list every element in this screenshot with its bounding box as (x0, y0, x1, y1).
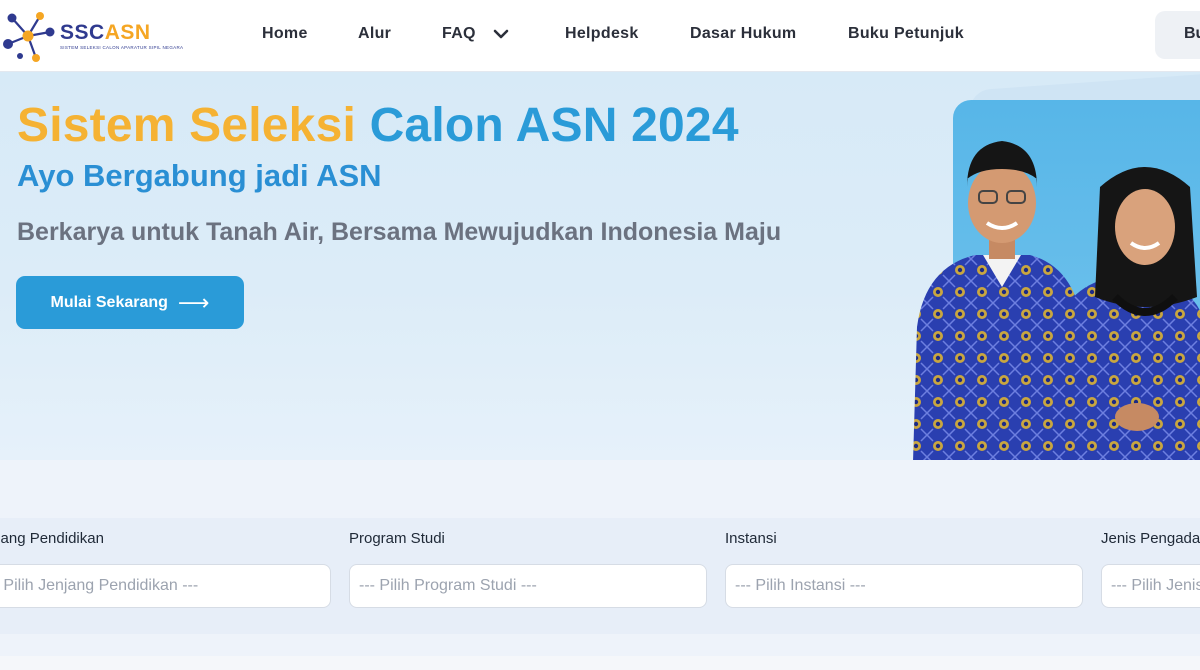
filter-label: Jenis Pengadaan (1101, 530, 1200, 547)
start-now-label: Mulai Sekarang (50, 293, 168, 311)
sscasn-logo[interactable]: SSCASN SISTEM SELEKSI CALON APARATUR SIP… (0, 6, 190, 66)
nav-faq[interactable]: FAQ (442, 25, 510, 43)
section-divider (0, 656, 1200, 670)
program-studi-select[interactable]: --- Pilih Program Studi --- (349, 564, 707, 608)
nav-faq-label: FAQ (442, 25, 476, 42)
nav-buku-petunjuk[interactable]: Buku Petunjuk (848, 25, 964, 43)
start-now-button[interactable]: Mulai Sekarang ⟶ (16, 276, 244, 329)
logo-wordmark: SSCASN (60, 21, 151, 44)
asn-people-illustration (913, 141, 1200, 460)
nav-home[interactable]: Home (262, 25, 308, 43)
arrow-right-icon: ⟶ (177, 289, 210, 315)
search-filters: Jenjang Pendidikan --- Pilih Jenjang Pen… (0, 460, 1200, 670)
nav-dasar-hukum[interactable]: Dasar Hukum (690, 25, 796, 43)
jenis-pengadaan-select[interactable]: --- Pilih Jenis Pengadaan --- (1101, 564, 1200, 608)
hero-subtitle: Ayo Bergabung jadi ASN (17, 158, 382, 193)
hero-title: Sistem Seleksi Calon ASN 2024 (17, 98, 739, 153)
filter-jenjang-pendidikan: Jenjang Pendidikan --- Pilih Jenjang Pen… (0, 530, 331, 608)
header-action-button[interactable]: Bu (1155, 11, 1200, 59)
filter-label: Jenjang Pendidikan (0, 530, 104, 547)
logo-subtitle: SISTEM SELEKSI CALON APARATUR SIPIL NEGA… (60, 45, 184, 50)
instansi-select[interactable]: --- Pilih Instansi --- (725, 564, 1083, 608)
chevron-down-icon (493, 29, 509, 39)
logo-icon (3, 12, 55, 62)
nav-alur[interactable]: Alur (358, 25, 391, 43)
filter-instansi: Instansi --- Pilih Instansi --- (725, 530, 1083, 608)
hero-title-part1: Sistem Seleksi (17, 99, 357, 152)
filter-label: Instansi (725, 530, 777, 547)
filter-program-studi: Program Studi --- Pilih Program Studi --… (349, 530, 707, 608)
filter-label: Program Studi (349, 530, 445, 547)
jenjang-pendidikan-select[interactable]: --- Pilih Jenjang Pendidikan --- (0, 564, 331, 608)
filter-jenis-pengadaan: Jenis Pengadaan --- Pilih Jenis Pengadaa… (1101, 530, 1200, 608)
nav-helpdesk[interactable]: Helpdesk (565, 25, 639, 43)
site-header: SSCASN SISTEM SELEKSI CALON APARATUR SIP… (0, 0, 1200, 72)
hero-description: Berkarya untuk Tanah Air, Bersama Mewuju… (17, 218, 782, 246)
hero-title-part2: Calon ASN 2024 (369, 99, 739, 152)
hero-section: Sistem Seleksi Calon ASN 2024 Ayo Bergab… (0, 72, 1200, 460)
